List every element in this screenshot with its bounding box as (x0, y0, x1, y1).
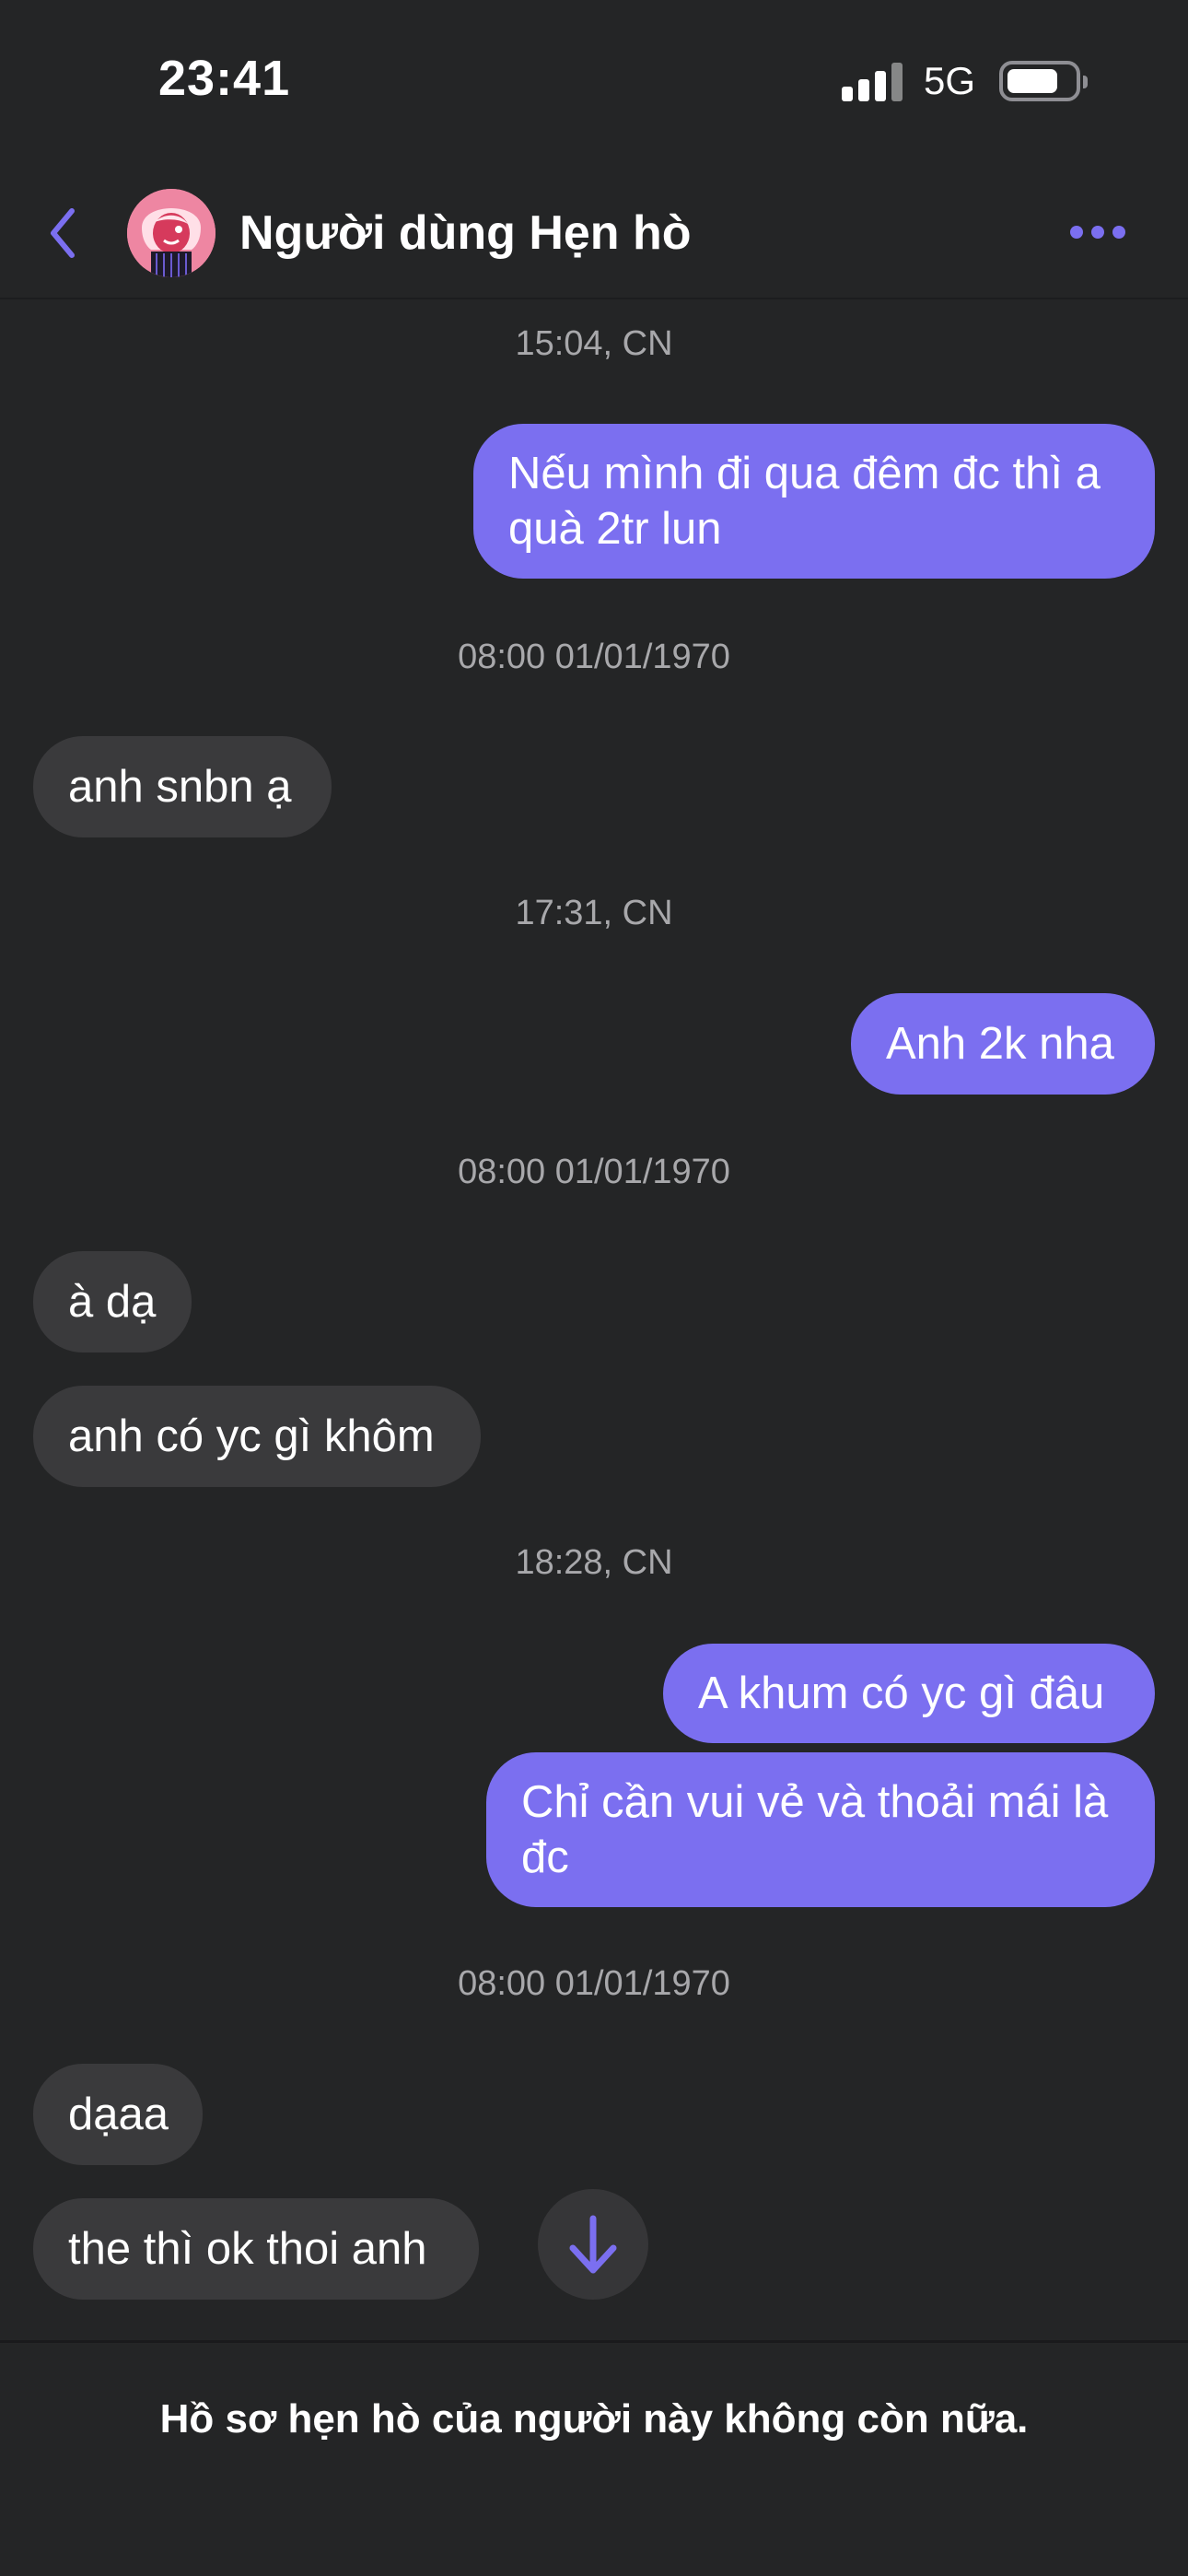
message-outgoing[interactable]: Chỉ cần vui vẻ và thoải mái là đc (486, 1752, 1155, 1907)
back-chevron-icon (51, 208, 75, 258)
signal-icon (842, 63, 903, 101)
message-incoming[interactable]: anh snbn ạ (33, 736, 332, 837)
message-incoming[interactable]: à dạ (33, 1251, 192, 1352)
message-outgoing[interactable]: Anh 2k nha (851, 993, 1155, 1095)
arrow-down-icon (569, 2215, 617, 2274)
back-button[interactable] (41, 200, 92, 266)
profile-unavailable-footer: Hồ sơ hẹn hò của người này không còn nữa… (0, 2340, 1188, 2576)
avatar-illustration (127, 189, 215, 277)
chat-header: Người dùng Hẹn hò (0, 161, 1188, 299)
timestamp: 08:00 01/01/1970 (458, 1153, 730, 1191)
more-options-button[interactable] (1061, 217, 1135, 248)
chat-title[interactable]: Người dùng Hẹn hò (239, 205, 692, 261)
status-bar: 23:41 5G (0, 0, 1188, 161)
timestamp: 08:00 01/01/1970 (458, 1964, 730, 2003)
timestamp: 15:04, CN (515, 324, 673, 363)
timestamp: 08:00 01/01/1970 (458, 638, 730, 676)
message-incoming[interactable]: dạaa (33, 2064, 203, 2165)
avatar[interactable] (127, 189, 215, 277)
network-label: 5G (924, 59, 976, 102)
status-time: 23:41 (158, 51, 291, 106)
timestamp: 17:31, CN (515, 894, 673, 932)
message-incoming[interactable]: anh có yc gì khôm (33, 1386, 481, 1487)
timestamp: 18:28, CN (515, 1543, 673, 1582)
profile-unavailable-notice: Hồ sơ hẹn hò của người này không còn nữa… (159, 2396, 1029, 2441)
message-incoming[interactable]: the thì ok thoi anh (33, 2198, 479, 2300)
scroll-to-bottom-button[interactable] (538, 2189, 648, 2300)
message-outgoing[interactable]: Nếu mình đi qua đêm đc thì a quà 2tr lun (473, 424, 1155, 579)
battery-icon (999, 61, 1088, 101)
message-outgoing[interactable]: A khum có yc gì đâu (663, 1644, 1155, 1743)
